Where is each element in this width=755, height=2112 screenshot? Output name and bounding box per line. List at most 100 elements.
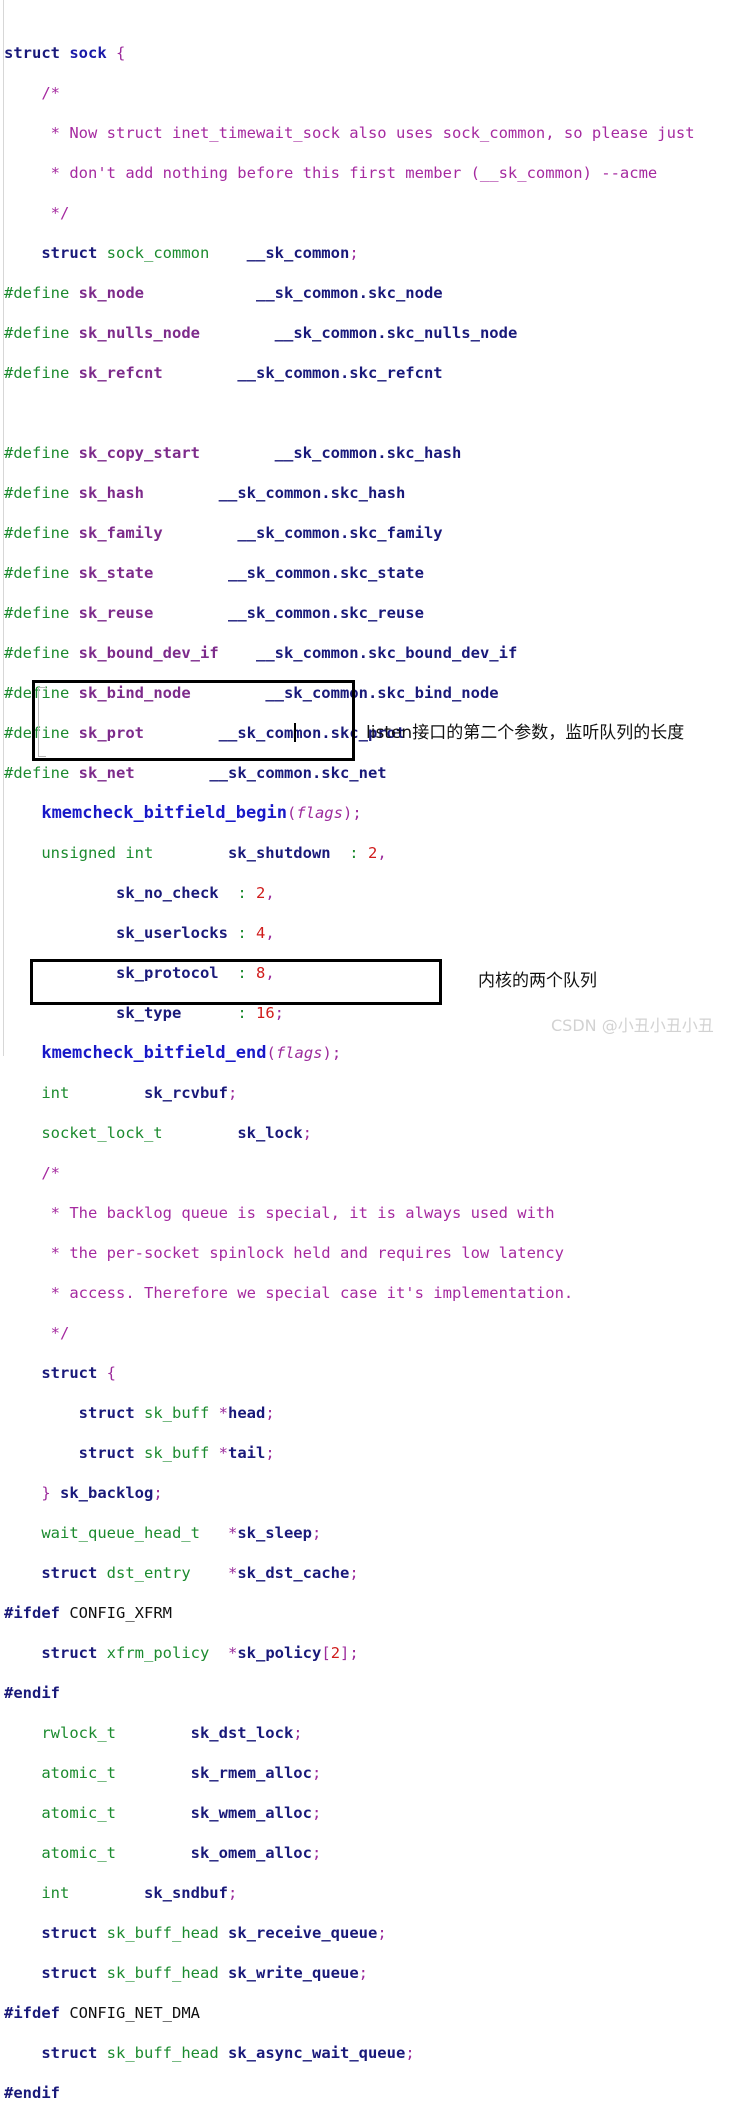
code-line[interactable]: sk_no_check : 2, (4, 883, 755, 903)
code-line[interactable]: struct sk_buff *head; (4, 1403, 755, 1423)
directive-define: #define (4, 444, 70, 462)
code-line[interactable]: kmemcheck_bitfield_begin(flags); (4, 803, 755, 823)
type-atomic-t: atomic_t (41, 1804, 116, 1822)
code-line[interactable]: * access. Therefore we special case it's… (4, 1283, 755, 1303)
code-line[interactable]: #define sk_family __sk_common.skc_family (4, 523, 755, 543)
code-line[interactable]: struct sock { (4, 43, 755, 63)
code-line[interactable]: * don't add nothing before this first me… (4, 163, 755, 183)
code-line[interactable]: * The backlog queue is special, it is al… (4, 1203, 755, 1223)
code-line[interactable]: struct sk_buff *tail; (4, 1443, 755, 1463)
type-rwlock-t: rwlock_t (41, 1724, 116, 1742)
member-sk-sleep: sk_sleep (237, 1524, 312, 1542)
code-line[interactable]: #define sk_refcnt __sk_common.skc_refcnt (4, 363, 755, 383)
code-line[interactable]: int sk_rcvbuf; (4, 1083, 755, 1103)
define-value: __sk_common.skc_nulls_node (274, 324, 518, 342)
keyword-struct: struct (41, 1364, 98, 1382)
type-xfrm-policy: xfrm_policy (106, 1644, 210, 1662)
code-line[interactable]: unsigned int sk_shutdown : 2, (4, 843, 755, 863)
code-line[interactable]: struct dst_entry *sk_dst_cache; (4, 1563, 755, 1583)
code-line[interactable]: atomic_t sk_wmem_alloc; (4, 1803, 755, 1823)
define-name: sk_copy_start (78, 444, 200, 462)
csdn-watermark: CSDN @小丑小丑小丑 (551, 1016, 714, 1035)
define-value: __sk_common.skc_node (255, 284, 443, 302)
separator: ; (274, 1004, 285, 1022)
colon: : (237, 1004, 247, 1022)
code-line[interactable]: #endif (4, 1683, 755, 1703)
type-int: int (41, 1884, 70, 1902)
comment-text: * Now struct inet_timewait_sock also use… (50, 124, 695, 142)
bitfield-width: 2 (367, 844, 378, 862)
semicolon: ; (331, 1044, 342, 1062)
code-line[interactable]: #define sk_bound_dev_if __sk_common.skc_… (4, 643, 755, 663)
brace-open: { (116, 44, 126, 62)
code-line[interactable]: struct sock_common __sk_common; (4, 243, 755, 263)
code-line[interactable]: #define sk_net __sk_common.skc_net (4, 763, 755, 783)
semicolon: ; (311, 1844, 322, 1862)
code-line[interactable]: int sk_sndbuf; (4, 1883, 755, 1903)
code-line[interactable]: rwlock_t sk_dst_lock; (4, 1723, 755, 1743)
comment-text: * don't add nothing before this first me… (50, 164, 658, 182)
code-line[interactable]: #ifdef CONFIG_NET_DMA (4, 2003, 755, 2023)
brace-open: { (106, 1364, 117, 1382)
code-line[interactable]: kmemcheck_bitfield_end(flags); (4, 1043, 755, 1063)
semicolon: ; (265, 1444, 275, 1462)
code-line[interactable]: #define sk_reuse __sk_common.skc_reuse (4, 603, 755, 623)
member-sk-receive-queue: sk_receive_queue (228, 1924, 378, 1942)
code-line[interactable]: * Now struct inet_timewait_sock also use… (4, 123, 755, 143)
code-line[interactable]: struct sk_buff_head sk_write_queue; (4, 1963, 755, 1983)
code-line[interactable]: wait_queue_head_t *sk_sleep; (4, 1523, 755, 1543)
code-line[interactable]: */ (4, 203, 755, 223)
text-caret (294, 723, 296, 742)
pointer-star: * (228, 1564, 238, 1582)
bitfield-name: sk_shutdown (227, 844, 331, 862)
paren-close: ) (342, 804, 353, 822)
code-line[interactable]: /* (4, 83, 755, 103)
code-line[interactable]: */ (4, 1323, 755, 1343)
code-line[interactable]: * the per-socket spinlock held and requi… (4, 1243, 755, 1263)
code-line[interactable]: #define sk_copy_start __sk_common.skc_ha… (4, 443, 755, 463)
code-line[interactable]: /* (4, 1163, 755, 1183)
type-sock-common: sock_common (106, 244, 210, 262)
config-symbol-net-dma: CONFIG_NET_DMA (69, 2004, 200, 2022)
code-line[interactable]: #define sk_nulls_node __sk_common.skc_nu… (4, 323, 755, 343)
code-line[interactable]: #define sk_hash __sk_common.skc_hash (4, 483, 755, 503)
code-line[interactable]: #ifdef CONFIG_XFRM (4, 1603, 755, 1623)
code-listing[interactable]: struct sock { /* * Now struct inet_timew… (4, 3, 755, 2112)
code-line[interactable]: #define sk_node __sk_common.skc_node (4, 283, 755, 303)
code-line[interactable]: struct sk_buff_head sk_receive_queue; (4, 1923, 755, 1943)
member-sk-omem-alloc: sk_omem_alloc (190, 1844, 312, 1862)
code-line[interactable]: sk_userlocks : 4, (4, 923, 755, 943)
code-line[interactable]: struct { (4, 1363, 755, 1383)
define-value: __sk_common.skc_net (209, 764, 387, 782)
directive-define: #define (4, 564, 70, 582)
semicolon: ; (265, 1404, 275, 1422)
semicolon: ; (311, 1764, 322, 1782)
paren-open: ( (286, 804, 297, 822)
bitfield-width: 4 (256, 924, 266, 942)
code-line[interactable]: #endif (4, 2083, 755, 2103)
code-line[interactable]: struct sk_buff_head sk_async_wait_queue; (4, 2043, 755, 2063)
comment-close: */ (50, 1324, 70, 1342)
colon: : (237, 924, 247, 942)
type-sk-buff: sk_buff (144, 1404, 210, 1422)
code-line[interactable]: #define sk_state __sk_common.skc_state (4, 563, 755, 583)
define-value: __sk_common.skc_bound_dev_if (255, 644, 518, 662)
code-line[interactable]: atomic_t sk_omem_alloc; (4, 1843, 755, 1863)
paren-close: ) (322, 1044, 332, 1062)
semicolon: ; (153, 1484, 163, 1502)
type-unsigned-int: unsigned int (41, 844, 154, 862)
code-line[interactable]: struct xfrm_policy *sk_policy[2]; (4, 1643, 755, 1663)
keyword-struct: struct (41, 1964, 98, 1982)
config-symbol-xfrm: CONFIG_XFRM (69, 1604, 172, 1622)
directive-ifdef: #ifdef (4, 1604, 60, 1622)
annotation-sk-queues: 内核的两个队列 (478, 971, 597, 991)
code-line[interactable]: } sk_backlog; (4, 1483, 755, 1503)
code-line[interactable]: socket_lock_t sk_lock; (4, 1123, 755, 1143)
member-head: head (228, 1404, 266, 1422)
comment-open: /* (41, 1164, 60, 1182)
member-sk-dst-lock: sk_dst_lock (190, 1724, 294, 1742)
type-socket-lock-t: socket_lock_t (41, 1124, 163, 1142)
type-wait-queue-head-t: wait_queue_head_t (41, 1524, 200, 1542)
code-line[interactable]: atomic_t sk_rmem_alloc; (4, 1763, 755, 1783)
semicolon: ; (302, 1124, 312, 1142)
